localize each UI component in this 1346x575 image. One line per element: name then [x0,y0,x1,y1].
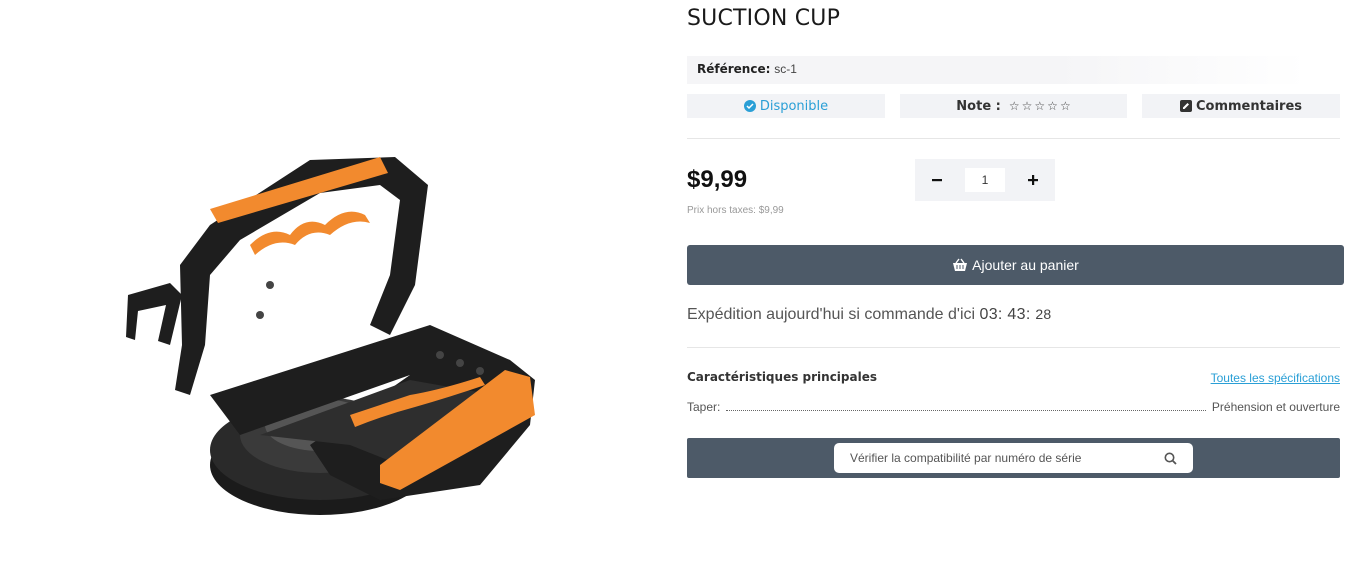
divider [687,138,1340,139]
reference-bar: Référence: sc-1 [687,56,1307,84]
search-icon[interactable] [1164,452,1177,465]
countdown-seconds: 28 [1035,306,1052,322]
all-specs-link[interactable]: Toutes les spécifications [1211,371,1340,385]
check-circle-icon [743,100,756,112]
serial-search-placeholder: Vérifier la compatibilité par numéro de … [850,451,1082,465]
spec-row: Taper: Préhension et ouverture [687,400,1340,414]
availability-text: Disponible [759,98,829,114]
characteristics-title: Caractéristiques principales [687,370,877,384]
spec-leader-dots [726,403,1206,411]
star-empty-icon: ☆ [1008,99,1020,113]
shipping-text: Expédition aujourd'hui si commande d'ici [687,306,976,323]
star-empty-icon: ☆ [1047,99,1058,113]
add-to-cart-label: Ajouter au panier [972,257,1079,273]
shipping-countdown: Expédition aujourd'hui si commande d'ici… [687,306,1052,324]
availability-badge: Disponible [687,94,885,118]
comments-button[interactable]: Commentaires [1142,94,1340,118]
spec-value: Préhension et ouverture [1211,400,1340,414]
quantity-stepper [915,159,1055,201]
countdown-timer: 03: 43: 28 [979,306,1052,323]
serial-search-input[interactable]: Vérifier la compatibilité par numéro de … [834,443,1193,473]
add-to-cart-button[interactable]: Ajouter au panier [687,245,1344,285]
decrease-quantity-button[interactable] [925,168,949,192]
rating-stars: ☆ ☆ ☆ ☆ ☆ [1009,99,1071,113]
price-excl-tax: Prix hors taxes: $9,99 [687,205,784,216]
countdown-hours: 03 [979,306,998,323]
product-image [126,157,535,515]
spec-label: Taper: [687,400,721,414]
comments-label: Commentaires [1195,98,1303,114]
price: $9,99 [687,166,748,193]
divider [687,347,1340,348]
rating-box[interactable]: Note : ☆ ☆ ☆ ☆ ☆ [900,94,1127,118]
compatibility-bar: Vérifier la compatibilité par numéro de … [687,438,1340,478]
basket-icon [953,258,968,271]
star-empty-icon: ☆ [1059,99,1071,113]
rating-label: Note : [956,98,1001,114]
quantity-input[interactable] [965,168,1005,192]
edit-icon [1179,100,1192,112]
product-title: SUCTION CUP [687,6,841,31]
reference-value: sc-1 [774,62,797,76]
star-empty-icon: ☆ [1021,99,1033,113]
countdown-minutes: 43 [1007,306,1026,323]
star-empty-icon: ☆ [1034,99,1046,113]
increase-quantity-button[interactable] [1021,168,1045,192]
reference-label: Référence: [697,62,771,76]
